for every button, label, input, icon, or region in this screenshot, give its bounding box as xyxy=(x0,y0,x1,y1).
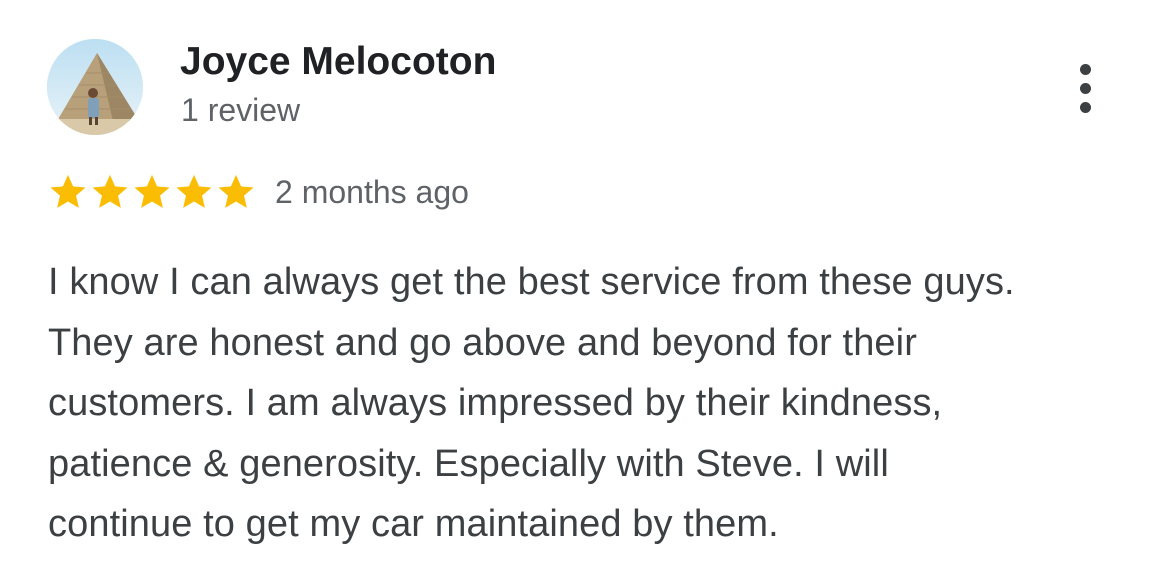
more-options-button[interactable] xyxy=(1066,58,1106,118)
review-text-line: patience & generosity. Especially with S… xyxy=(48,442,889,485)
review-text-line: I know I can always get the best service… xyxy=(48,261,1015,303)
star-icon xyxy=(92,174,128,208)
more-vert-icon xyxy=(1080,64,1091,75)
review-date: 2 months ago xyxy=(275,173,469,210)
review-count[interactable]: 1 review xyxy=(181,92,300,129)
review-text-line: continue to get my car maintained by the… xyxy=(48,503,779,545)
review-text-line: customers. I am always impressed by thei… xyxy=(48,382,943,424)
rating-row: 2 months ago xyxy=(47,170,469,214)
star-icon xyxy=(134,174,170,208)
star-rating xyxy=(47,171,257,213)
review-text-line: They are honest and go above and beyond … xyxy=(48,321,917,364)
review-card: Joyce Melocoton 1 review 2 months ago I … xyxy=(0,0,1170,570)
more-vert-icon-dot xyxy=(1080,83,1091,94)
star-icon xyxy=(176,174,212,208)
review-text: I know I can always get the best service… xyxy=(48,252,1148,555)
avatar[interactable] xyxy=(47,39,143,135)
star-icon xyxy=(218,174,254,208)
more-vert-icon-dot xyxy=(1080,102,1091,113)
star-icon xyxy=(50,174,86,208)
reviewer-name[interactable]: Joyce Melocoton xyxy=(180,40,496,84)
avatar-photo xyxy=(47,39,143,135)
